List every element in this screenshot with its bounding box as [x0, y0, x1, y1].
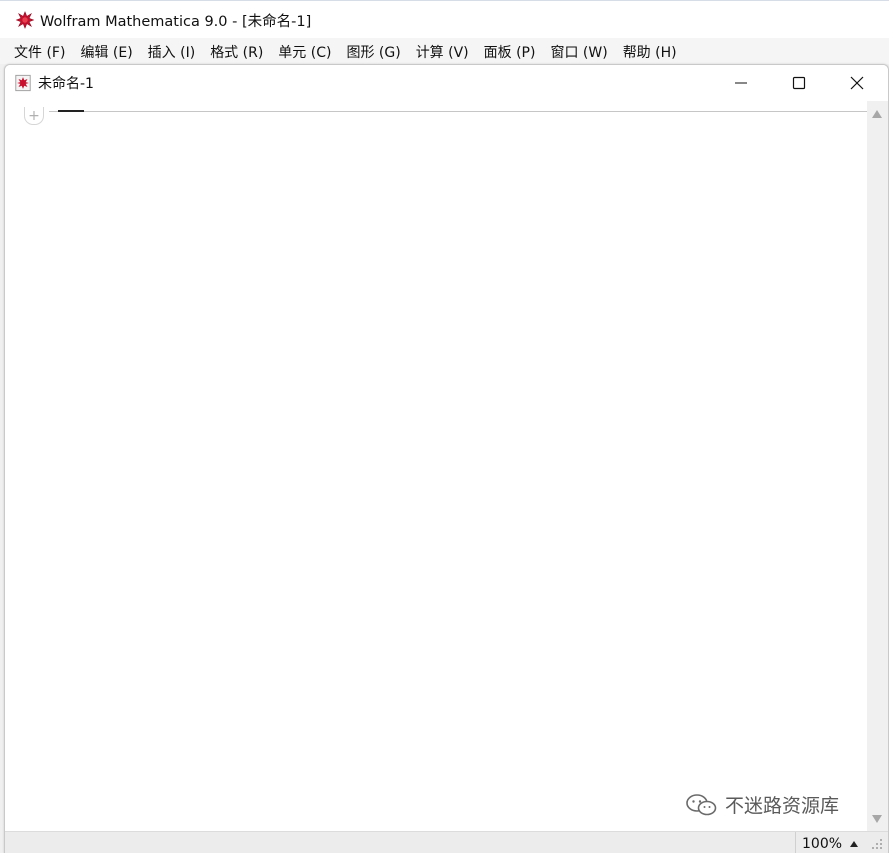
app-title: Wolfram Mathematica 9.0 - [未命名-1] [40, 13, 312, 30]
wechat-icon [686, 793, 717, 815]
minimize-button[interactable] [712, 65, 770, 101]
menu-graphics[interactable]: 图形 (G) [339, 40, 408, 62]
maximize-icon [792, 76, 806, 90]
cell-insert-button[interactable]: + [24, 107, 44, 125]
scroll-down-icon[interactable] [872, 815, 882, 823]
menu-format[interactable]: 格式 (R) [203, 40, 271, 62]
maximize-button[interactable] [770, 65, 828, 101]
app-titlebar: Wolfram Mathematica 9.0 - [未命名-1] [0, 0, 889, 39]
mathematica-star-icon [16, 11, 34, 29]
menu-insert[interactable]: 插入 (I) [141, 40, 204, 62]
watermark: 不迷路资源库 [685, 791, 839, 818]
menu-palettes[interactable]: 面板 (P) [477, 40, 544, 62]
menu-bar: 文件 (F) 编辑 (E) 插入 (I) 格式 (R) 单元 (C) 图形 (G… [0, 38, 889, 64]
menu-evaluation[interactable]: 计算 (V) [409, 40, 477, 62]
notebook-content-area[interactable]: + 不迷路资源库 [5, 101, 867, 831]
menu-file[interactable]: 文件 (F) [7, 40, 73, 62]
vertical-scrollbar[interactable] [867, 101, 888, 831]
menu-help[interactable]: 帮助 (H) [616, 40, 685, 62]
zoom-control[interactable]: 100% [795, 832, 867, 853]
mathematica-app-window: Wolfram Mathematica 9.0 - [未命名-1] 文件 (F)… [0, 0, 889, 853]
zoom-up-arrow-icon[interactable] [850, 840, 859, 847]
notebook-window: 未命名-1 + 不迷路资源库 100% [4, 64, 889, 853]
resize-grip-icon[interactable] [871, 838, 883, 850]
plus-icon: + [28, 107, 40, 124]
menu-cell[interactable]: 单元 (C) [271, 40, 339, 62]
close-icon [850, 76, 864, 90]
notebook-title: 未命名-1 [38, 76, 94, 92]
minimize-icon [735, 82, 747, 84]
notebook-icon [15, 74, 31, 92]
notebook-titlebar: 未命名-1 [5, 65, 888, 101]
menu-edit[interactable]: 编辑 (E) [73, 40, 140, 62]
scroll-up-icon[interactable] [872, 110, 882, 118]
status-bar: 100% [5, 831, 888, 853]
menu-window[interactable]: 窗口 (W) [543, 40, 615, 62]
zoom-level: 100% [802, 835, 843, 852]
watermark-text: 不迷路资源库 [725, 795, 840, 817]
cell-insertion-line [49, 111, 867, 112]
close-button[interactable] [828, 65, 886, 101]
cell-insertion-cursor [58, 110, 84, 112]
